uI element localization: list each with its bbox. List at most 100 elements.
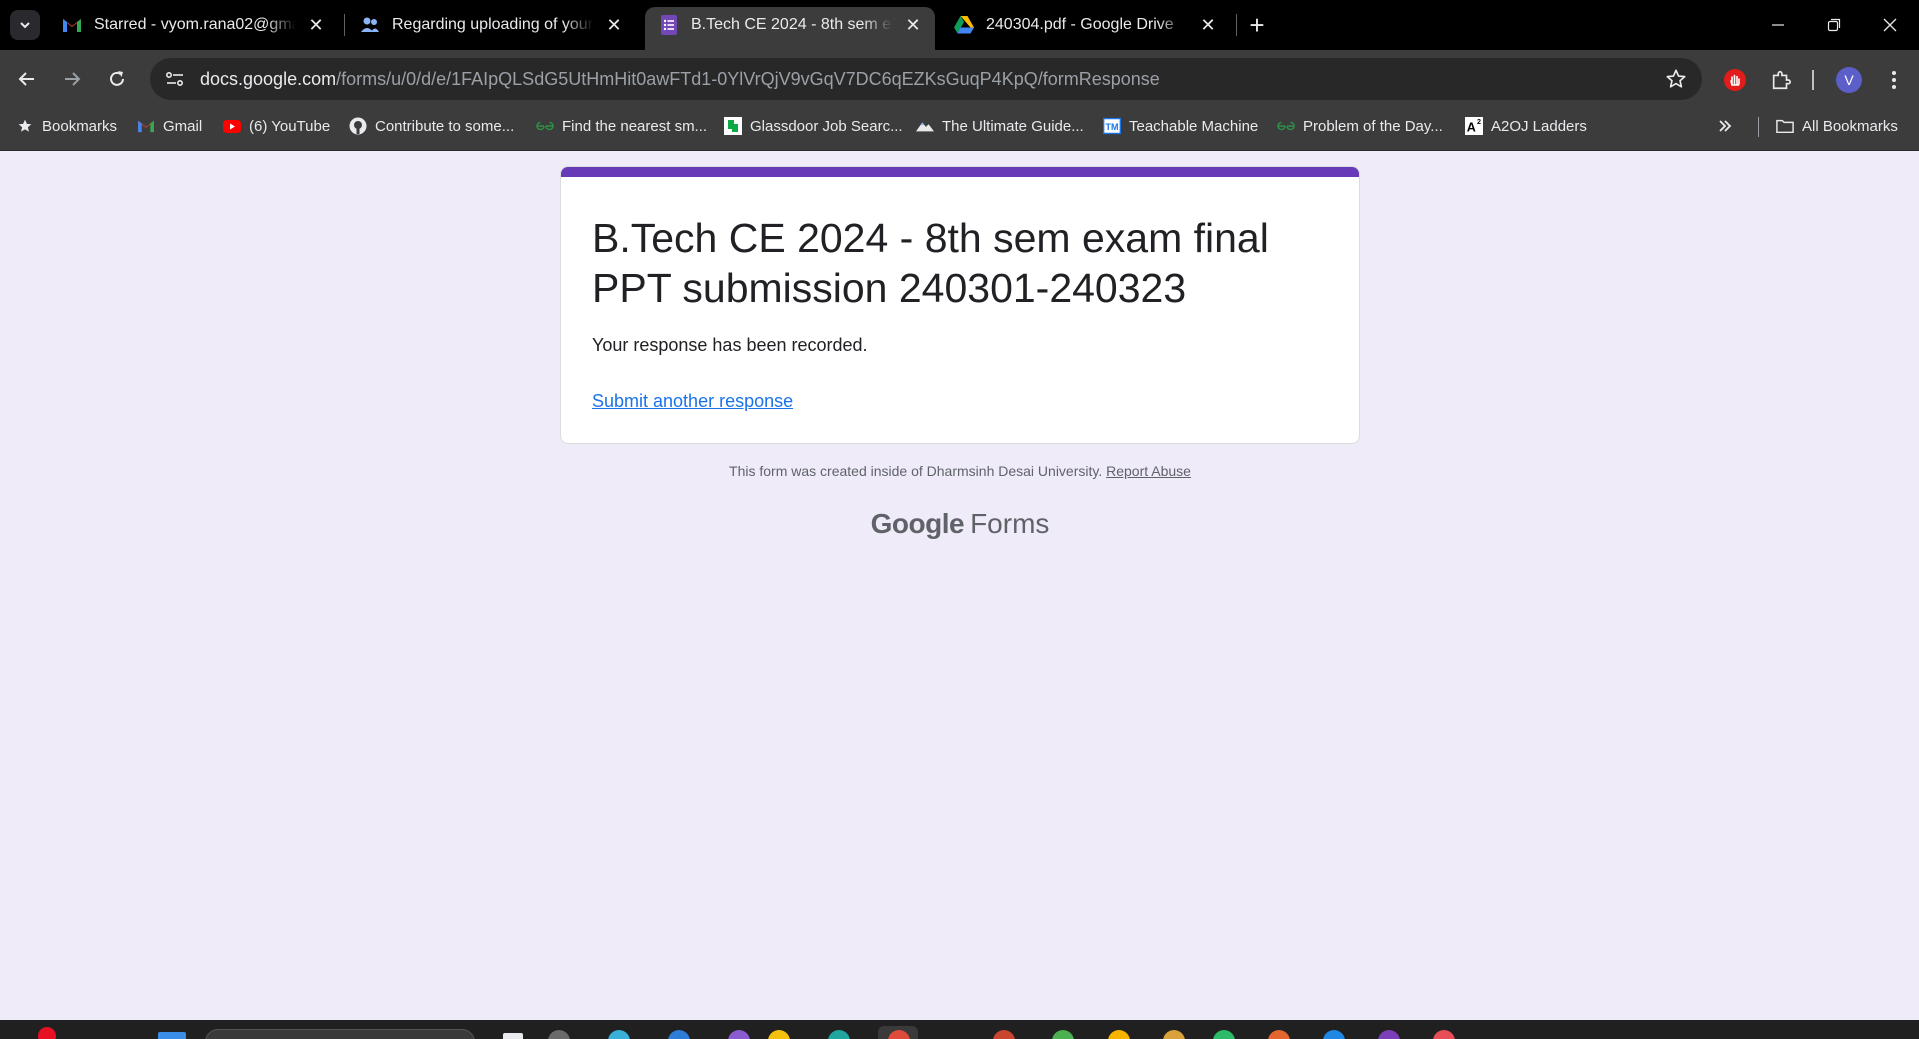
taskbar-app-icon[interactable]	[1052, 1030, 1074, 1039]
menu-button[interactable]	[1879, 65, 1909, 95]
close-icon[interactable]: ✕	[304, 13, 328, 37]
extensions-puzzle-icon[interactable]	[1766, 65, 1796, 95]
form-footer-note: This form was created inside of Dharmsin…	[560, 463, 1360, 479]
bookmarks-divider	[1758, 117, 1759, 137]
close-icon[interactable]: ✕	[1196, 13, 1220, 37]
tab-google-form[interactable]: B.Tech CE 2024 - 8th sem exam final ✕	[645, 7, 935, 50]
gmail-icon	[62, 15, 82, 35]
tab-title: Starred - vyom.rana02@gmail.com	[94, 16, 296, 33]
bookmark-a2oj[interactable]: A2 A2OJ Ladders	[1465, 107, 1587, 145]
taskbar-app-icon[interactable]	[1163, 1030, 1185, 1039]
notification-badge-icon[interactable]	[38, 1027, 56, 1039]
reload-button[interactable]	[102, 64, 132, 94]
taskbar-app-icon[interactable]	[548, 1030, 570, 1039]
start-icon[interactable]	[158, 1032, 186, 1039]
bookmark-label: Gmail	[163, 117, 203, 135]
taskbar-app-icon[interactable]	[1268, 1030, 1290, 1039]
taskbar-search-box[interactable]	[205, 1029, 475, 1039]
taskbar-app-icon[interactable]	[1378, 1030, 1400, 1039]
url-path: /forms/u/0/d/e/1FAIpQLSdG5UtHmHit0awFTd1…	[336, 68, 1160, 89]
form-confirmation-card: B.Tech CE 2024 - 8th sem exam final PPT …	[560, 166, 1360, 444]
taskbar-app-icon[interactable]	[1433, 1030, 1455, 1039]
tm-icon: TM	[1103, 117, 1121, 135]
taskbar-app-icon[interactable]	[1108, 1030, 1130, 1039]
youtube-icon	[223, 117, 241, 135]
close-icon[interactable]: ✕	[602, 13, 626, 37]
bookmark-label: (6) YouTube	[249, 117, 331, 135]
forward-arrow-icon	[65, 72, 81, 86]
extension-stop-icon[interactable]	[1720, 65, 1750, 95]
restore-icon	[1827, 18, 1841, 32]
bookmark-youtube[interactable]: (6) YouTube	[223, 107, 330, 145]
bookmark-github[interactable]: Contribute to some...	[349, 107, 514, 145]
back-button[interactable]	[12, 64, 42, 94]
bookmark-teachable-machine[interactable]: TM Teachable Machine	[1103, 107, 1258, 145]
close-icon[interactable]: ✕	[901, 13, 925, 37]
forward-button[interactable]	[57, 64, 87, 94]
gfg-icon	[536, 117, 554, 135]
reload-icon	[110, 71, 124, 86]
people-icon	[360, 15, 380, 35]
tab-divider	[1236, 14, 1237, 36]
profile-button[interactable]: V	[1834, 65, 1864, 95]
url-domain: docs.google.com	[200, 68, 337, 89]
all-bookmarks-button[interactable]: All Bookmarks	[1776, 107, 1898, 145]
bookmark-bookmarks[interactable]: Bookmarks	[16, 107, 117, 145]
svg-text:A: A	[1467, 120, 1476, 134]
bookmarks-overflow-button[interactable]	[1718, 107, 1732, 145]
toolbar-divider	[1812, 70, 1814, 90]
bookmark-ultimate-guide[interactable]: The Ultimate Guide...	[916, 107, 1084, 145]
taskbar-app-icon[interactable]	[608, 1030, 630, 1039]
tab-title: Regarding uploading of your final	[392, 16, 594, 33]
minimize-button[interactable]	[1749, 0, 1807, 50]
bookmark-gmail[interactable]: Gmail	[137, 107, 202, 145]
form-accent-bar	[561, 167, 1359, 177]
mountain-icon	[916, 117, 934, 135]
folder-icon	[1776, 117, 1794, 135]
restore-button[interactable]	[1805, 0, 1863, 50]
taskbar-app-icon[interactable]	[1213, 1030, 1235, 1039]
taskbar-app-icon[interactable]	[768, 1030, 790, 1039]
tab-gmail[interactable]: Starred - vyom.rana02@gmail.com ✕	[48, 7, 338, 43]
browser-toolbar: docs.google.com/forms/u/0/d/e/1FAIpQLSdG…	[0, 50, 1919, 107]
bookmark-label: A2OJ Ladders	[1491, 117, 1587, 135]
task-view-icon[interactable]	[503, 1033, 523, 1039]
bookmark-label: The Ultimate Guide...	[942, 117, 1084, 135]
google-forms-logo[interactable]: Google Forms	[560, 508, 1360, 540]
tab-search-button[interactable]	[10, 10, 40, 40]
star-icon	[16, 117, 34, 135]
brand-forms: Forms	[970, 508, 1050, 539]
gfg-icon	[1277, 117, 1295, 135]
bookmark-gfg-problem-of-day[interactable]: Problem of the Day...	[1277, 107, 1443, 145]
bookmark-glassdoor[interactable]: Glassdoor Job Searc...	[724, 107, 903, 145]
a2oj-icon: A2	[1465, 117, 1483, 135]
site-info-icon[interactable]	[154, 58, 196, 100]
new-tab-button[interactable]: +	[1243, 10, 1271, 40]
more-vert-icon	[1892, 71, 1896, 89]
chevron-double-right-icon	[1719, 120, 1732, 132]
bookmark-star-icon[interactable]	[1664, 67, 1688, 91]
submit-another-response-link[interactable]: Submit another response	[592, 391, 793, 412]
taskbar-app-icon[interactable]	[993, 1030, 1015, 1039]
bookmark-gfg-find-nearest[interactable]: Find the nearest sm...	[536, 107, 707, 145]
taskbar-app-icon[interactable]	[728, 1030, 750, 1039]
svg-text:2: 2	[1477, 117, 1481, 126]
chevron-down-icon	[20, 22, 30, 29]
gmail-icon	[137, 117, 155, 135]
created-inside-text: This form was created inside of Dharmsin…	[729, 463, 1103, 479]
avatar: V	[1836, 67, 1862, 93]
forms-icon	[659, 15, 679, 35]
form-title: B.Tech CE 2024 - 8th sem exam final PPT …	[592, 215, 1269, 311]
taskbar-app-icon[interactable]	[668, 1030, 690, 1039]
taskbar-app-icon[interactable]	[1323, 1030, 1345, 1039]
bookmark-label: Glassdoor Job Searc...	[750, 117, 903, 135]
tab-google-drive[interactable]: 240304.pdf - Google Drive ✕	[940, 7, 1230, 43]
close-window-button[interactable]	[1861, 0, 1919, 50]
bookmark-label: Find the nearest sm...	[562, 117, 708, 135]
tab-regarding-upload[interactable]: Regarding uploading of your final ✕	[346, 7, 636, 43]
back-arrow-icon	[18, 72, 34, 86]
report-abuse-link[interactable]: Report Abuse	[1106, 463, 1191, 479]
address-bar[interactable]: docs.google.com/forms/u/0/d/e/1FAIpQLSdG…	[150, 58, 1702, 100]
bookmark-label: Contribute to some...	[375, 117, 515, 135]
taskbar-app-icon[interactable]	[828, 1030, 850, 1039]
